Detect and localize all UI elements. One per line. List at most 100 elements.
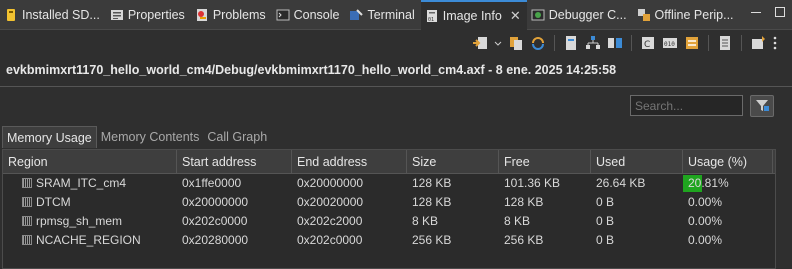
file-title: evkbmimxrt1170_hello_world_cm4/Debug/evk… xyxy=(6,63,617,77)
tab-console[interactable]: Console xyxy=(272,0,346,30)
filter-button[interactable] xyxy=(750,95,774,117)
copy-icon[interactable] xyxy=(508,35,524,51)
document-icon[interactable] xyxy=(563,35,579,51)
compare-icon[interactable] xyxy=(607,35,623,51)
subtab-call-graph[interactable]: Call Graph xyxy=(203,126,271,148)
column-header-size[interactable]: Size xyxy=(407,150,499,174)
toolbar-separator xyxy=(741,35,742,51)
end-address-cell: 0x20020000 xyxy=(297,195,364,209)
svg-text:01: 01 xyxy=(428,17,434,23)
svg-text:010: 010 xyxy=(664,41,675,48)
used-cell: 26.64 KB xyxy=(596,176,646,190)
tab-properties[interactable]: Properties xyxy=(106,0,191,30)
free-cell: 101.36 KB xyxy=(504,176,561,190)
console-icon xyxy=(276,8,290,22)
end-address-cell: 0x202c0000 xyxy=(297,233,363,247)
close-icon[interactable]: ✕ xyxy=(510,8,521,24)
subtab-bar: Memory Usage Memory Contents Call Graph xyxy=(2,126,271,148)
table-row[interactable]: rpmsg_sh_mem 0x202c0000 0x202c2000 8 KB … xyxy=(3,212,775,231)
free-cell: 128 KB xyxy=(504,195,544,209)
start-address-cell: 0x202c0000 xyxy=(182,214,248,228)
region-cell: SRAM_ITC_cm4 xyxy=(3,174,177,193)
used-cell: 0 B xyxy=(596,214,615,228)
tab-label: Offline Perip... xyxy=(654,7,734,22)
start-address-cell: 0x20000000 xyxy=(182,195,249,209)
usage-text: 0.00% xyxy=(688,214,723,228)
usage-text: 20.81% xyxy=(688,176,729,190)
toolbar-separator xyxy=(708,35,709,51)
tab-label: Installed SD... xyxy=(22,7,100,22)
tab-debugger-console[interactable]: Debugger C... xyxy=(527,0,633,30)
column-header-usage[interactable]: Usage (%) xyxy=(683,150,773,174)
import-icon[interactable] xyxy=(472,35,488,51)
view-tab-bar: Installed SD... Properties Problems Cons… xyxy=(0,0,792,30)
tab-offline-peripherals[interactable]: Offline Perip... xyxy=(633,0,740,30)
table-header: Region Start address End address Size Fr… xyxy=(3,150,775,174)
memory-usage-table: Region Start address End address Size Fr… xyxy=(2,149,776,269)
offline-peripherals-icon xyxy=(637,8,651,22)
region-cell: NCACHE_REGION xyxy=(3,231,177,250)
new-window-icon[interactable] xyxy=(750,35,766,51)
column-header-end-address[interactable]: End address xyxy=(292,150,407,174)
subtab-memory-usage[interactable]: Memory Usage xyxy=(2,126,97,148)
tab-label: Properties xyxy=(127,7,185,22)
used-cell: 0 B xyxy=(596,233,615,247)
column-header-start-address[interactable]: Start address xyxy=(177,150,292,174)
search-input[interactable] xyxy=(630,95,743,116)
usage-cell: 20.81% xyxy=(683,174,773,193)
size-cell: 128 KB xyxy=(412,176,452,190)
swap-icon[interactable] xyxy=(684,35,700,51)
region-cell: DTCM xyxy=(3,193,177,212)
properties-icon xyxy=(110,8,124,22)
filter-icon xyxy=(754,97,770,116)
region-cell: rpmsg_sh_mem xyxy=(3,212,177,231)
terminal-icon xyxy=(349,8,364,22)
column-header-free[interactable]: Free xyxy=(499,150,591,174)
table-row[interactable]: NCACHE_REGION 0x20280000 0x202c0000 256 … xyxy=(3,231,775,250)
usage-cell: 0.00% xyxy=(683,231,773,250)
toolbar-separator xyxy=(631,35,632,51)
tab-label: Console xyxy=(293,7,340,22)
usage-cell: 0.00% xyxy=(683,193,773,212)
column-header-used[interactable]: Used xyxy=(591,150,683,174)
divider xyxy=(0,86,792,87)
minimize-icon[interactable] xyxy=(750,6,762,18)
more-options-icon[interactable] xyxy=(772,35,778,51)
subtab-memory-contents[interactable]: Memory Contents xyxy=(97,126,204,148)
memory-region-icon xyxy=(22,235,32,245)
notes-icon[interactable] xyxy=(717,35,733,51)
used-cell: 0 B xyxy=(596,195,615,209)
end-address-cell: 0x202c2000 xyxy=(297,214,363,228)
hierarchy-icon[interactable] xyxy=(585,35,601,51)
start-address-cell: 0x20280000 xyxy=(182,233,249,247)
table-row[interactable]: SRAM_ITC_cm4 0x1ffe0000 0x20000000 128 K… xyxy=(3,174,775,193)
start-address-cell: 0x1ffe0000 xyxy=(182,176,242,190)
c-source-icon[interactable]: C xyxy=(640,35,656,51)
size-cell: 256 KB xyxy=(412,233,452,247)
refresh-icon[interactable] xyxy=(530,35,546,51)
memory-region-icon xyxy=(22,197,32,207)
column-header-region[interactable]: Region xyxy=(3,150,177,174)
tab-problems[interactable]: Problems xyxy=(191,0,272,30)
region-name: SRAM_ITC_cm4 xyxy=(36,176,127,190)
size-cell: 8 KB xyxy=(412,214,439,228)
free-cell: 8 KB xyxy=(504,214,531,228)
debugger-console-icon xyxy=(531,8,545,22)
maximize-icon[interactable] xyxy=(774,6,786,18)
region-name: NCACHE_REGION xyxy=(36,233,141,247)
image-info-icon: 01 xyxy=(425,9,439,23)
chevron-down-icon[interactable] xyxy=(494,35,502,51)
installed-sdk-icon xyxy=(4,8,18,22)
binary-icon[interactable]: 010 xyxy=(662,35,678,51)
tab-image-info[interactable]: 01 Image Info ✕ xyxy=(420,0,527,30)
toolbar-separator xyxy=(554,35,555,51)
tab-installed-sdks[interactable]: Installed SD... xyxy=(0,0,106,30)
region-name: rpmsg_sh_mem xyxy=(36,214,123,228)
table-row[interactable]: DTCM 0x20000000 0x20020000 128 KB 128 KB… xyxy=(3,193,775,212)
usage-text: 0.00% xyxy=(688,233,723,247)
memory-region-icon xyxy=(22,216,32,226)
region-name: DTCM xyxy=(36,195,71,209)
tab-terminal[interactable]: Terminal xyxy=(345,0,420,30)
tab-label: Terminal xyxy=(367,7,415,22)
view-toolbar: C 010 xyxy=(472,32,778,54)
